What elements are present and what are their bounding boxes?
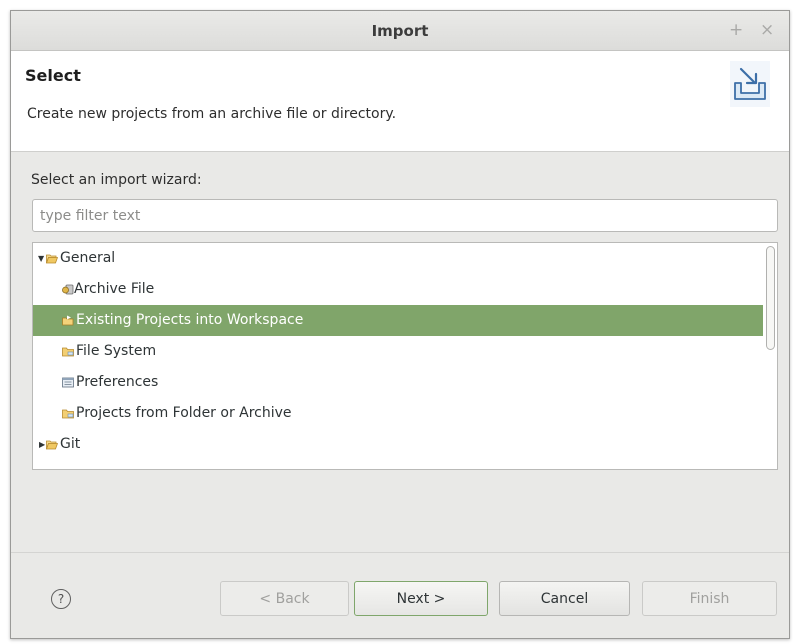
wizard-header: Select Create new projects from an archi…	[11, 51, 789, 152]
tree-item-label: Projects from Folder or Archive	[76, 405, 292, 421]
tree-item-git[interactable]: ▶ Git	[33, 429, 764, 460]
back-button[interactable]: < Back	[220, 581, 349, 616]
finish-button[interactable]: Finish	[642, 581, 777, 616]
tree-item-label: Preferences	[76, 374, 159, 390]
tree-scrollbar[interactable]	[763, 243, 777, 469]
import-wizard-icon	[730, 61, 770, 107]
folder-icon	[62, 409, 74, 419]
folder-open-icon	[46, 254, 58, 264]
wizard-label: Select an import wizard:	[31, 172, 202, 188]
footer-divider	[11, 552, 789, 553]
wizard-tree[interactable]: ▼ General Archive File Existing Projects…	[32, 242, 778, 470]
close-button[interactable]: ×	[760, 20, 774, 40]
next-button[interactable]: Next >	[354, 581, 488, 616]
page-title: Select	[25, 66, 81, 85]
folder-open-icon	[46, 440, 58, 450]
tree-item-label: General	[60, 250, 116, 266]
import-dialog: Import + × Select Create new projects fr…	[10, 10, 790, 639]
preferences-icon	[62, 377, 74, 388]
tree-item-label: File System	[76, 343, 157, 359]
existing-projects-icon	[62, 315, 74, 326]
tree-item-projects-from-folder[interactable]: Projects from Folder or Archive	[33, 398, 764, 429]
collapse-arrow-icon[interactable]: ▶	[39, 429, 45, 460]
maximize-button[interactable]: +	[729, 20, 743, 40]
page-description: Create new projects from an archive file…	[27, 106, 397, 122]
title-bar[interactable]: Import + ×	[11, 11, 789, 51]
window-title: Import	[371, 22, 429, 40]
tree-item-label: Existing Projects into Workspace	[76, 312, 304, 328]
help-button[interactable]: ?	[51, 589, 71, 609]
tree-item-archive-file[interactable]: Archive File	[33, 274, 764, 305]
tree-item-file-system[interactable]: File System	[33, 336, 764, 367]
archive-file-icon	[62, 284, 74, 295]
cancel-button[interactable]: Cancel	[499, 581, 630, 616]
tree-item-general[interactable]: ▼ General	[33, 243, 764, 274]
expand-arrow-icon[interactable]: ▼	[38, 243, 44, 274]
filter-input[interactable]	[32, 199, 778, 232]
scrollbar-thumb[interactable]	[766, 246, 775, 350]
tree-item-existing-projects[interactable]: Existing Projects into Workspace	[33, 305, 764, 336]
folder-icon	[62, 347, 74, 357]
tree-item-label: Archive File	[74, 281, 155, 297]
tree-item-label: Git	[60, 436, 81, 452]
tree-item-preferences[interactable]: Preferences	[33, 367, 764, 398]
